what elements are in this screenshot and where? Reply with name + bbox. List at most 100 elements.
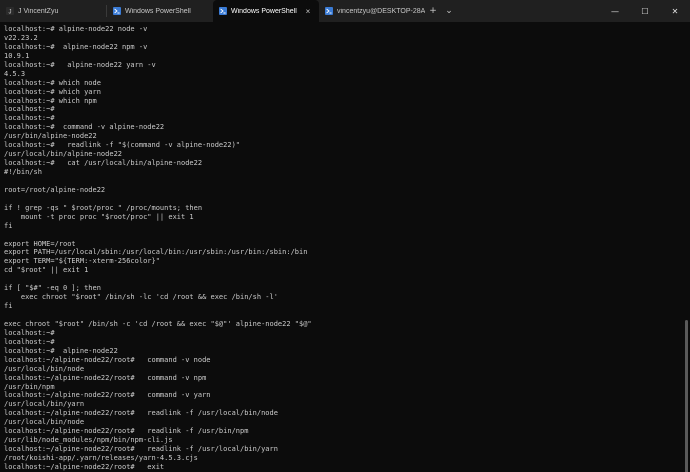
terminal-line-text: localhost:~# alpine-node22 npm -v bbox=[4, 42, 148, 51]
terminal-line: cd "$root" || exit 1 bbox=[4, 266, 312, 275]
scrollbar[interactable] bbox=[685, 320, 688, 472]
terminal-line-text: localhost:~/alpine-node22/root# readlink… bbox=[4, 409, 278, 418]
terminal-line-text: fi bbox=[4, 302, 13, 311]
terminal-line: root=/root/alpine-node22 bbox=[4, 186, 312, 195]
terminal-lines: localhost:~# alpine-node22 node -v v22.23… bbox=[4, 25, 312, 472]
maximize-button[interactable]: ☐ bbox=[630, 0, 660, 22]
terminal-line-text: /usr/local/bin/node bbox=[4, 364, 85, 373]
terminal-line-text: /usr/bin/alpine-node22 bbox=[4, 132, 97, 141]
terminal-line: /usr/local/bin/node bbox=[4, 418, 312, 427]
terminal-line: localhost:~# command -v alpine-node22 bbox=[4, 123, 312, 132]
terminal-line-text: if [ "$#" -eq 0 ]; then bbox=[4, 284, 101, 293]
terminal-line: if [ "$#" -eq 0 ]; then bbox=[4, 284, 312, 293]
terminal-line-text: localhost:~# cat /usr/local/bin/alpine-n… bbox=[4, 159, 203, 168]
chevron-down-icon[interactable]: ⌄ bbox=[441, 0, 457, 22]
terminal-line: localhost:~# bbox=[4, 114, 312, 123]
terminal-line-text: localhost:~# bbox=[4, 328, 55, 337]
svg-text:J: J bbox=[9, 10, 12, 16]
terminal-line: localhost:~# which node bbox=[4, 79, 312, 88]
window-controls: — ☐ ✕ bbox=[600, 0, 690, 22]
terminal-line: localhost:~# alpine-node22 npm -v bbox=[4, 43, 312, 52]
tab-vincentzyu[interactable]: J J VincentZyu bbox=[0, 0, 106, 22]
tab-windows-powershell-1[interactable]: Windows PowerShell bbox=[107, 0, 213, 22]
terminal-line-text: exec chroot "$root" /bin/sh -lc 'cd /roo… bbox=[4, 293, 278, 302]
close-tab-icon[interactable]: × bbox=[301, 7, 315, 16]
terminal-line: localhost:~# bbox=[4, 338, 312, 347]
terminal-line: localhost:~# which npm bbox=[4, 97, 312, 106]
terminal-line: exec chroot "$root" /bin/sh -lc 'cd /roo… bbox=[4, 293, 312, 302]
terminal-line: exec chroot "$root" /bin/sh -c 'cd /root… bbox=[4, 320, 312, 329]
terminal-line: localhost:~/alpine-node22/root# command … bbox=[4, 391, 312, 400]
tab-vincentzyu-desktop[interactable]: vincentzyu@DESKTOP-28AGCC bbox=[319, 0, 425, 22]
terminal-line: /usr/local/bin/yarn bbox=[4, 400, 312, 409]
terminal-line-text: localhost:~# which npm bbox=[4, 96, 97, 105]
terminal-line: fi bbox=[4, 222, 312, 231]
terminal-line: /usr/local/bin/node bbox=[4, 365, 312, 374]
terminal-line-text: if ! grep -qs " $root/proc " /proc/mount… bbox=[4, 203, 203, 212]
terminal-line-text: localhost:~/alpine-node22/root# readlink… bbox=[4, 427, 249, 436]
terminal-line-text: localhost:~# bbox=[4, 114, 55, 123]
powershell-icon bbox=[219, 7, 227, 15]
terminal-line: export PATH=/usr/local/sbin:/usr/local/b… bbox=[4, 248, 312, 257]
terminal-line: localhost:~/alpine-node22/root# command … bbox=[4, 356, 312, 365]
tab-label: vincentzyu@DESKTOP-28AGCC bbox=[337, 7, 425, 15]
user-icon: J bbox=[6, 7, 14, 15]
terminal-line-text: localhost:~/alpine-node22/root# exit bbox=[4, 462, 165, 471]
terminal-line-text: localhost:~# alpine-node22 yarn -v bbox=[4, 60, 156, 69]
terminal-line: localhost:~# cat /usr/local/bin/alpine-n… bbox=[4, 159, 312, 168]
new-tab-button[interactable]: + bbox=[425, 0, 441, 22]
terminal-window: J J VincentZyu Windows PowerShell Window… bbox=[0, 0, 690, 472]
terminal-line: fi bbox=[4, 302, 312, 311]
minimize-button[interactable]: — bbox=[600, 0, 630, 22]
terminal-line-text: /usr/lib/node_modules/npm/bin/npm-cli.js bbox=[4, 436, 173, 445]
terminal-line-text: localhost:~/alpine-node22/root# command … bbox=[4, 373, 207, 382]
terminal-line: localhost:~# which yarn bbox=[4, 88, 312, 97]
terminal-line: v22.23.2 bbox=[4, 34, 312, 43]
tab-label: Windows PowerShell bbox=[231, 7, 297, 15]
terminal-line-text: /usr/bin/npm bbox=[4, 382, 55, 391]
terminal-line: 4.5.3 bbox=[4, 70, 312, 79]
terminal-line-text: localhost:~# bbox=[4, 105, 55, 114]
terminal-line-text: root=/root/alpine-node22 bbox=[4, 185, 106, 194]
tab-label: J VincentZyu bbox=[18, 7, 59, 15]
terminal-line-text: localhost:~# alpine-node22 bbox=[4, 346, 118, 355]
terminal-output[interactable]: localhost:~# alpine-node22 node -v v22.23… bbox=[0, 22, 690, 472]
tab-label: Windows PowerShell bbox=[125, 7, 191, 15]
terminal-line: export HOME=/root bbox=[4, 240, 312, 249]
terminal-line-text: mount -t proc proc "$root/proc" || exit … bbox=[4, 212, 194, 221]
terminal-line-text: #!/bin/sh bbox=[4, 168, 42, 176]
terminal-line-text: 4.5.3 bbox=[4, 69, 26, 78]
terminal-line-text: fi bbox=[4, 221, 13, 230]
terminal-line-text: localhost:~# which node bbox=[4, 78, 101, 87]
terminal-line-text: /root/koishi-app/.yarn/releases/yarn-4.5… bbox=[4, 454, 198, 462]
powershell-icon bbox=[113, 7, 121, 15]
terminal-line-text: localhost:~/alpine-node22/root# command … bbox=[4, 355, 211, 364]
terminal-line-text: 10.9.1 bbox=[4, 51, 30, 60]
tab-windows-powershell-2[interactable]: Windows PowerShell × bbox=[213, 0, 319, 22]
terminal-line: localhost:~# readlink -f "$(command -v a… bbox=[4, 141, 312, 150]
terminal-line-text: /usr/local/bin/node bbox=[4, 418, 85, 427]
terminal-line-text: cd "$root" || exit 1 bbox=[4, 266, 89, 275]
terminal-line-text: export TERM="${TERM:-xterm-256color}" bbox=[4, 257, 160, 266]
terminal-line: /usr/lib/node_modules/npm/bin/npm-cli.js bbox=[4, 436, 312, 445]
terminal-line: /usr/bin/alpine-node22 bbox=[4, 132, 312, 141]
terminal-line: /usr/bin/npm bbox=[4, 383, 312, 392]
close-window-button[interactable]: ✕ bbox=[660, 0, 690, 22]
terminal-line-text: localhost:~# command -v alpine-node22 bbox=[4, 123, 165, 132]
terminal-line-text: localhost:~/alpine-node22/root# command … bbox=[4, 391, 211, 400]
terminal-line-text: localhost:~# which yarn bbox=[4, 87, 101, 96]
terminal-line-text: export PATH=/usr/local/sbin:/usr/local/b… bbox=[4, 248, 308, 257]
terminal-line: /root/koishi-app/.yarn/releases/yarn-4.5… bbox=[4, 454, 312, 463]
terminal-line: localhost:~# alpine-node22 node -v bbox=[4, 25, 312, 34]
terminal-line: localhost:~/alpine-node22/root# readlink… bbox=[4, 445, 312, 454]
terminal-line: localhost:~/alpine-node22/root# command … bbox=[4, 374, 312, 383]
terminal-line-text: /usr/local/bin/alpine-node22 bbox=[4, 150, 123, 159]
terminal-line: localhost:~# alpine-node22 yarn -v bbox=[4, 61, 312, 70]
terminal-line-text: v22.23.2 bbox=[4, 33, 38, 42]
tab-bar: J J VincentZyu Windows PowerShell Window… bbox=[0, 0, 690, 22]
terminal-line: localhost:~# bbox=[4, 329, 312, 338]
terminal-line: localhost:~/alpine-node22/root# readlink… bbox=[4, 409, 312, 418]
